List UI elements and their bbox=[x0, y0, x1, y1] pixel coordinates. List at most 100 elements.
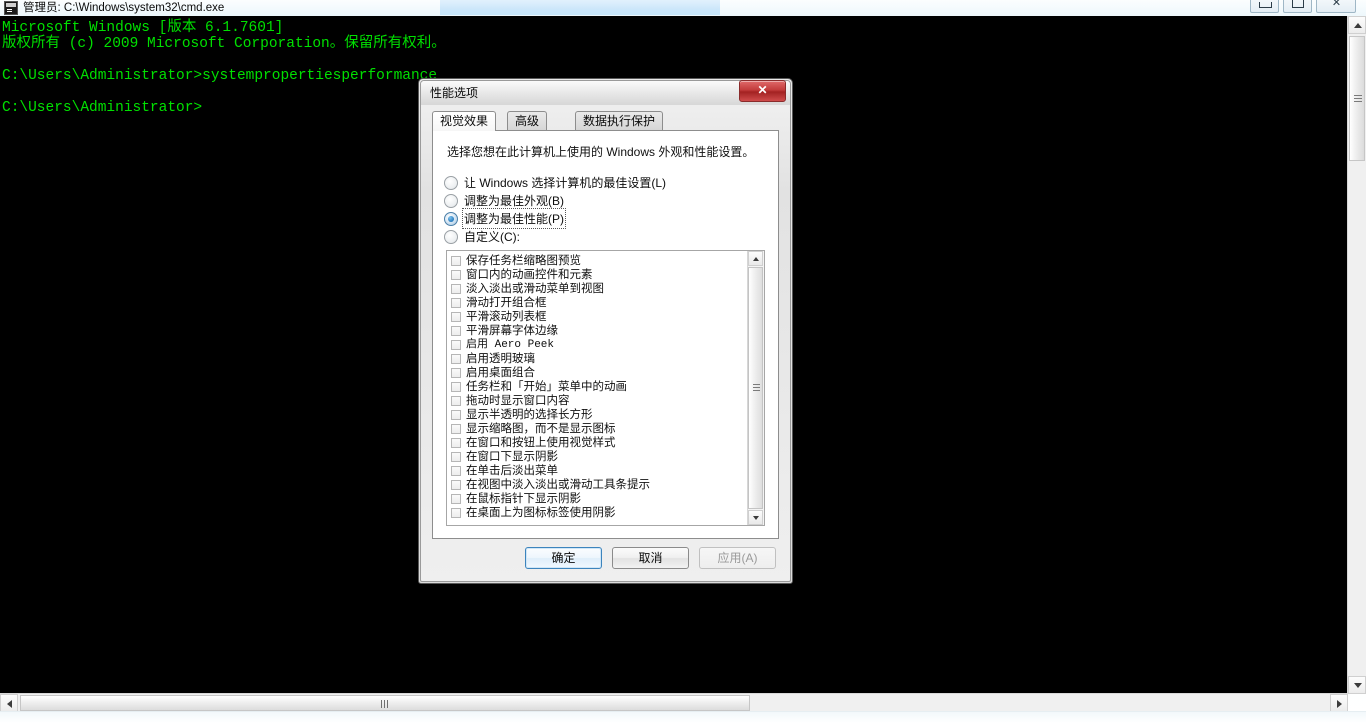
scroll-up-button[interactable] bbox=[1348, 16, 1366, 34]
scroll-down-button[interactable] bbox=[1348, 676, 1366, 694]
radio-icon bbox=[444, 193, 458, 208]
scroll-right-button[interactable] bbox=[1330, 694, 1348, 712]
ok-button[interactable]: 确定 bbox=[525, 547, 602, 569]
list-item[interactable]: 显示缩略图，而不是显示图标 bbox=[449, 422, 747, 436]
grip-icon bbox=[1354, 94, 1362, 103]
list-item[interactable]: 滑动打开组合框 bbox=[449, 296, 747, 310]
list-item-label: 保存任务栏缩略图预览 bbox=[466, 255, 581, 267]
listbox-scroll-down-button[interactable] bbox=[748, 510, 763, 525]
list-item[interactable]: 在窗口和按钮上使用视觉样式 bbox=[449, 436, 747, 450]
list-item[interactable]: 平滑滚动列表框 bbox=[449, 310, 747, 324]
radio-row-best-performance[interactable]: 调整为最佳性能(P) bbox=[444, 208, 768, 229]
radio-icon bbox=[444, 175, 458, 190]
chevron-down-icon bbox=[753, 516, 759, 520]
checkbox-icon[interactable] bbox=[451, 298, 461, 308]
console-horizontal-scrollbar[interactable] bbox=[0, 693, 1348, 712]
checkbox-icon[interactable] bbox=[451, 368, 461, 378]
list-item-label: 显示缩略图，而不是显示图标 bbox=[466, 423, 616, 435]
visual-effects-listbox[interactable]: 保存任务栏缩略图预览 窗口内的动画控件和元素 淡入淡出或滑动菜单到视图 滑动打开… bbox=[446, 250, 765, 526]
tab-data-execution-prevention[interactable]: 数据执行保护 bbox=[575, 111, 664, 130]
checkbox-icon[interactable] bbox=[451, 424, 461, 434]
list-item[interactable]: 在鼠标指针下显示阴影 bbox=[449, 492, 747, 506]
list-item[interactable]: 窗口内的动画控件和元素 bbox=[449, 268, 747, 282]
vertical-scrollbar-thumb[interactable] bbox=[1349, 36, 1365, 161]
checkbox-icon[interactable] bbox=[451, 284, 461, 294]
restore-icon bbox=[1292, 0, 1304, 8]
listbox-scrollbar-thumb[interactable] bbox=[748, 267, 763, 509]
list-item-label: 在视图中淡入淡出或滑动工具条提示 bbox=[466, 479, 650, 491]
performance-options-dialog: 性能选项 ✕ 视觉效果 高级 数据执行保护 选择您想在此计算机上使用的 Wind… bbox=[418, 78, 793, 584]
list-item-label: 拖动时显示窗口内容 bbox=[466, 395, 570, 407]
radio-row-custom[interactable]: 自定义(C): bbox=[444, 228, 768, 245]
chevron-left-icon bbox=[7, 700, 12, 708]
checkbox-icon[interactable] bbox=[451, 452, 461, 462]
list-item[interactable]: 在窗口下显示阴影 bbox=[449, 450, 747, 464]
cmd-window-titlebar[interactable]: 管理员: C:\Windows\system32\cmd.exe bbox=[0, 0, 1366, 16]
list-item-label: 在桌面上为图标标签使用阴影 bbox=[466, 507, 616, 519]
checkbox-icon[interactable] bbox=[451, 256, 461, 266]
dialog-title: 性能选项 bbox=[430, 86, 479, 100]
list-item[interactable]: 平滑屏幕字体边缘 bbox=[449, 324, 747, 338]
checkbox-icon[interactable] bbox=[451, 410, 461, 420]
checkbox-icon[interactable] bbox=[451, 438, 461, 448]
cancel-button[interactable]: 取消 bbox=[612, 547, 689, 569]
radio-row-let-windows-choose[interactable]: 让 Windows 选择计算机的最佳设置(L) bbox=[444, 174, 768, 191]
list-item[interactable]: 保存任务栏缩略图预览 bbox=[449, 254, 747, 268]
checkbox-icon[interactable] bbox=[451, 354, 461, 364]
list-item[interactable]: 启用透明玻璃 bbox=[449, 352, 747, 366]
list-item[interactable]: 拖动时显示窗口内容 bbox=[449, 394, 747, 408]
list-item[interactable]: 淡入淡出或滑动菜单到视图 bbox=[449, 282, 747, 296]
list-item[interactable]: 在桌面上为图标标签使用阴影 bbox=[449, 506, 747, 520]
list-item-label: 在窗口和按钮上使用视觉样式 bbox=[466, 437, 616, 449]
listbox-items: 保存任务栏缩略图预览 窗口内的动画控件和元素 淡入淡出或滑动菜单到视图 滑动打开… bbox=[447, 251, 747, 525]
list-item-label: 在窗口下显示阴影 bbox=[466, 451, 558, 463]
checkbox-icon[interactable] bbox=[451, 494, 461, 504]
list-item[interactable]: 在单击后淡出菜单 bbox=[449, 464, 747, 478]
dialog-close-button[interactable]: ✕ bbox=[739, 80, 786, 102]
intro-text: 选择您想在此计算机上使用的 Windows 外观和性能设置。 bbox=[447, 145, 755, 159]
checkbox-icon[interactable] bbox=[451, 396, 461, 406]
minimize-icon bbox=[1259, 2, 1272, 8]
list-item[interactable]: 启用 Aero Peek bbox=[449, 338, 747, 352]
list-item-label: 平滑滚动列表框 bbox=[466, 311, 547, 323]
list-item-label: 任务栏和「开始」菜单中的动画 bbox=[466, 381, 627, 393]
checkbox-icon[interactable] bbox=[451, 326, 461, 336]
tabstrip: 视觉效果 高级 数据执行保护 bbox=[432, 111, 779, 131]
radio-icon-selected bbox=[444, 211, 458, 226]
dialog-body: 视觉效果 高级 数据执行保护 选择您想在此计算机上使用的 Windows 外观和… bbox=[432, 111, 779, 539]
restore-button[interactable] bbox=[1283, 0, 1312, 13]
console-vertical-scrollbar[interactable] bbox=[1347, 16, 1366, 694]
list-item-label: 窗口内的动画控件和元素 bbox=[466, 269, 593, 281]
list-item[interactable]: 显示半透明的选择长方形 bbox=[449, 408, 747, 422]
close-icon: ✕ bbox=[1331, 0, 1342, 9]
list-item[interactable]: 任务栏和「开始」菜单中的动画 bbox=[449, 380, 747, 394]
close-button[interactable]: ✕ bbox=[1316, 0, 1356, 13]
list-item[interactable]: 启用桌面组合 bbox=[449, 366, 747, 380]
scroll-left-button[interactable] bbox=[0, 694, 18, 712]
checkbox-icon[interactable] bbox=[451, 382, 461, 392]
list-item-label: 在鼠标指针下显示阴影 bbox=[466, 493, 581, 505]
chevron-right-icon bbox=[1337, 700, 1342, 708]
listbox-scrollbar[interactable] bbox=[747, 251, 764, 525]
cmd-icon bbox=[4, 1, 18, 15]
list-item[interactable]: 在视图中淡入淡出或滑动工具条提示 bbox=[449, 478, 747, 492]
horizontal-scrollbar-thumb[interactable] bbox=[20, 695, 750, 711]
radio-row-best-appearance[interactable]: 调整为最佳外观(B) bbox=[444, 192, 768, 209]
tab-visual-effects[interactable]: 视觉效果 bbox=[432, 111, 497, 131]
list-item-label: 在单击后淡出菜单 bbox=[466, 465, 558, 477]
radio-icon bbox=[444, 229, 458, 244]
checkbox-icon[interactable] bbox=[451, 480, 461, 490]
checkbox-icon[interactable] bbox=[451, 508, 461, 518]
listbox-scroll-up-button[interactable] bbox=[748, 251, 763, 266]
dialog-titlebar[interactable]: 性能选项 ✕ bbox=[421, 80, 790, 105]
cmd-window-title: 管理员: C:\Windows\system32\cmd.exe bbox=[23, 2, 225, 14]
dialog-button-row: 确定 取消 应用(A) bbox=[525, 547, 776, 569]
minimize-button[interactable] bbox=[1250, 0, 1279, 13]
checkbox-icon[interactable] bbox=[451, 270, 461, 280]
checkbox-icon[interactable] bbox=[451, 340, 461, 350]
window-controls: ✕ bbox=[1250, 0, 1356, 13]
checkbox-icon[interactable] bbox=[451, 312, 461, 322]
tab-advanced[interactable]: 高级 bbox=[507, 111, 548, 130]
checkbox-icon[interactable] bbox=[451, 466, 461, 476]
list-item-label: 显示半透明的选择长方形 bbox=[466, 409, 593, 421]
